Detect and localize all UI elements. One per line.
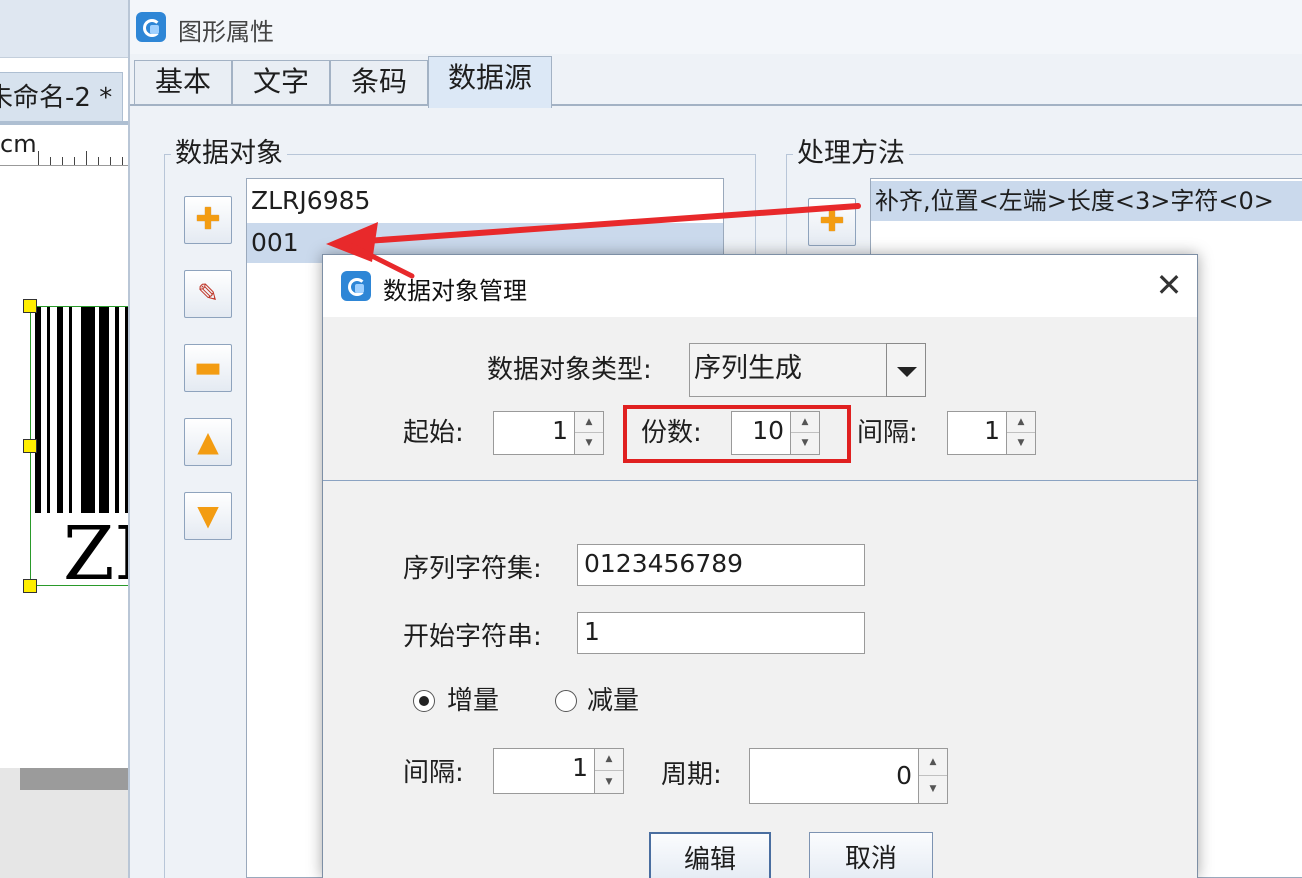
- tab-basic[interactable]: 基本: [134, 60, 232, 106]
- step-input[interactable]: 1: [493, 748, 595, 794]
- spinner-down-icon[interactable]: ▼: [919, 776, 947, 803]
- dialog-title: 数据对象管理: [383, 277, 527, 305]
- barcode-object[interactable]: ZL: [30, 306, 130, 591]
- sequence-settings-section: 序列字符集: 0123456789 开始字符串: 1 增量 减量 间隔: 1 ▲…: [323, 482, 1197, 878]
- plus-icon: ✚: [819, 204, 845, 239]
- close-icon[interactable]: ✕: [1151, 267, 1187, 303]
- step-spinner[interactable]: ▲ ▼: [594, 748, 624, 794]
- step-label: 间隔:: [403, 758, 464, 788]
- charset-label: 序列字符集:: [403, 554, 542, 584]
- property-tabs: 基本 文字 条码 数据源: [130, 56, 1302, 108]
- tab-text[interactable]: 文字: [232, 60, 330, 106]
- tab-barcode[interactable]: 条码: [330, 60, 428, 106]
- edit-data-object-button[interactable]: ✎: [184, 270, 232, 318]
- horizontal-ruler: cm: [0, 128, 130, 166]
- cancel-button[interactable]: 取消: [809, 832, 933, 878]
- spinner-up-icon[interactable]: ▲: [575, 412, 603, 433]
- start-spinner[interactable]: ▲ ▼: [574, 411, 604, 455]
- resize-handle-bottom-left[interactable]: [23, 579, 37, 593]
- tab-bar-line: [0, 121, 130, 125]
- edit-pencil-icon: ✎: [197, 279, 219, 309]
- data-objects-group-title: 数据对象: [171, 137, 287, 171]
- data-object-item[interactable]: ZLRJ6985: [247, 181, 723, 221]
- data-object-management-dialog: 数据对象管理 ✕ 数据对象类型: 序列生成 起始: 1 ▲ ▼ 份数: 10 ▲ ▼…: [322, 254, 1198, 878]
- dialog-titlebar: 图形属性: [130, 0, 1302, 54]
- arrow-up-icon: ▲: [197, 425, 219, 458]
- start-string-input[interactable]: 1: [577, 612, 865, 654]
- barcode-human-readable-text: ZL: [63, 511, 130, 597]
- data-object-type-select[interactable]: 序列生成: [689, 343, 887, 397]
- dialog-titlebar: 数据对象管理 ✕: [323, 255, 1197, 317]
- increment-label: 增量: [447, 686, 500, 716]
- start-label: 起始:: [403, 418, 464, 448]
- decrement-label: 减量: [587, 686, 640, 716]
- interval-input[interactable]: 1: [947, 411, 1007, 455]
- horizontal-scrollbar[interactable]: [20, 768, 128, 790]
- period-input[interactable]: 0: [749, 748, 919, 804]
- type-settings-section: 数据对象类型: 序列生成 起始: 1 ▲ ▼ 份数: 10 ▲ ▼ 间隔: 1 ▲ ▼: [323, 317, 1197, 481]
- document-tab-label: 未命名-2 *: [0, 83, 113, 113]
- spinner-up-icon[interactable]: ▲: [919, 749, 947, 776]
- ruler-unit: cm: [0, 130, 37, 158]
- plus-icon: ✚: [195, 202, 221, 237]
- spinner-down-icon[interactable]: ▼: [1007, 433, 1035, 454]
- start-input[interactable]: 1: [493, 411, 575, 455]
- label-editor-background: 未命名-2 * cm ZL: [0, 0, 130, 878]
- dialog-title: 图形属性: [178, 18, 274, 46]
- period-spinner[interactable]: ▲ ▼: [918, 748, 948, 804]
- spinner-up-icon[interactable]: ▲: [595, 749, 623, 771]
- app-logo-icon: [341, 271, 371, 301]
- document-tab[interactable]: 未命名-2 *: [0, 72, 123, 122]
- move-up-button[interactable]: ▲: [184, 418, 232, 466]
- interval-spinner[interactable]: ▲ ▼: [1006, 411, 1036, 455]
- spinner-down-icon[interactable]: ▼: [595, 771, 623, 793]
- tab-data-source[interactable]: 数据源: [428, 56, 552, 108]
- charset-input[interactable]: 0123456789: [577, 544, 865, 586]
- data-object-type-label: 数据对象类型:: [487, 355, 652, 385]
- resize-handle-top-left[interactable]: [23, 299, 37, 313]
- app-logo-icon: [136, 12, 166, 42]
- editor-toolbar-strip: [0, 0, 130, 58]
- start-string-label: 开始字符串:: [403, 622, 542, 652]
- barcode-bars: [35, 307, 130, 513]
- arrow-down-icon: ▼: [197, 499, 219, 532]
- chevron-down-icon[interactable]: [886, 343, 926, 397]
- processing-method-item[interactable]: 补齐,位置<左端>长度<3>字符<0>: [871, 181, 1302, 221]
- move-down-button[interactable]: ▼: [184, 492, 232, 540]
- add-processing-method-button[interactable]: ✚: [808, 198, 856, 246]
- add-data-object-button[interactable]: ✚: [184, 196, 232, 244]
- spinner-down-icon[interactable]: ▼: [575, 433, 603, 454]
- decrement-radio[interactable]: [555, 690, 577, 712]
- increment-radio[interactable]: [413, 690, 435, 712]
- period-label: 周期:: [661, 760, 722, 790]
- minus-icon: ▬: [193, 350, 223, 385]
- resize-handle-middle-left[interactable]: [23, 439, 37, 453]
- processing-method-group-title: 处理方法: [793, 137, 909, 171]
- remove-data-object-button[interactable]: ▬: [184, 344, 232, 392]
- edit-button[interactable]: 编辑: [649, 832, 771, 878]
- highlight-box: [623, 405, 851, 463]
- spinner-up-icon[interactable]: ▲: [1007, 412, 1035, 433]
- interval-label: 间隔:: [857, 418, 918, 448]
